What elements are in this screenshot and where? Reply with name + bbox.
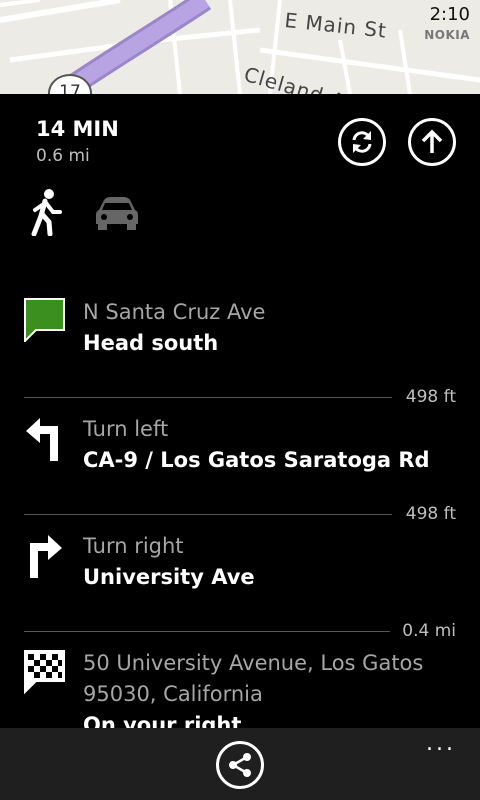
step-label: Turn left (83, 417, 169, 441)
step-distance: 498 ft (405, 387, 456, 407)
arrow-up-icon (421, 129, 443, 153)
map-brand-logo: NOKIA (424, 28, 470, 42)
trip-distance: 0.6 mi (36, 146, 90, 166)
destination-address: 95030, California (83, 682, 263, 706)
divider (24, 397, 392, 398)
refresh-icon (352, 131, 372, 153)
destination-address: 50 University Avenue, Los Gatos (83, 651, 424, 675)
divider (24, 514, 392, 515)
step-distance: 0.4 mi (402, 621, 456, 641)
direction-button[interactable] (408, 118, 456, 166)
walking-person-icon[interactable] (26, 188, 66, 236)
refresh-button[interactable] (338, 118, 386, 166)
app-bar: ... (0, 728, 480, 800)
step-instruction: CA-9 / Los Gatos Saratoga Rd (83, 448, 430, 472)
step-label: Turn right (83, 534, 184, 558)
step-instruction: Head south (83, 331, 219, 355)
step-instruction: University Ave (83, 565, 255, 589)
turn-left-icon (26, 418, 58, 461)
step-distance: 498 ft (405, 504, 456, 524)
status-time: 2:10 (429, 4, 470, 25)
trip-duration: 14 MIN (36, 117, 119, 141)
divider (24, 631, 390, 632)
car-icon[interactable] (95, 196, 139, 230)
map-view[interactable]: E Main St Cleland Ave 17 2:10 NOKIA (0, 0, 480, 94)
start-flag-icon (24, 298, 65, 342)
more-options-button[interactable]: ... (426, 733, 456, 755)
turn-right-icon (30, 535, 62, 578)
finish-flag-icon (24, 650, 65, 695)
step-street: N Santa Cruz Ave (83, 300, 266, 324)
share-button[interactable] (216, 741, 264, 789)
share-icon (229, 753, 251, 777)
